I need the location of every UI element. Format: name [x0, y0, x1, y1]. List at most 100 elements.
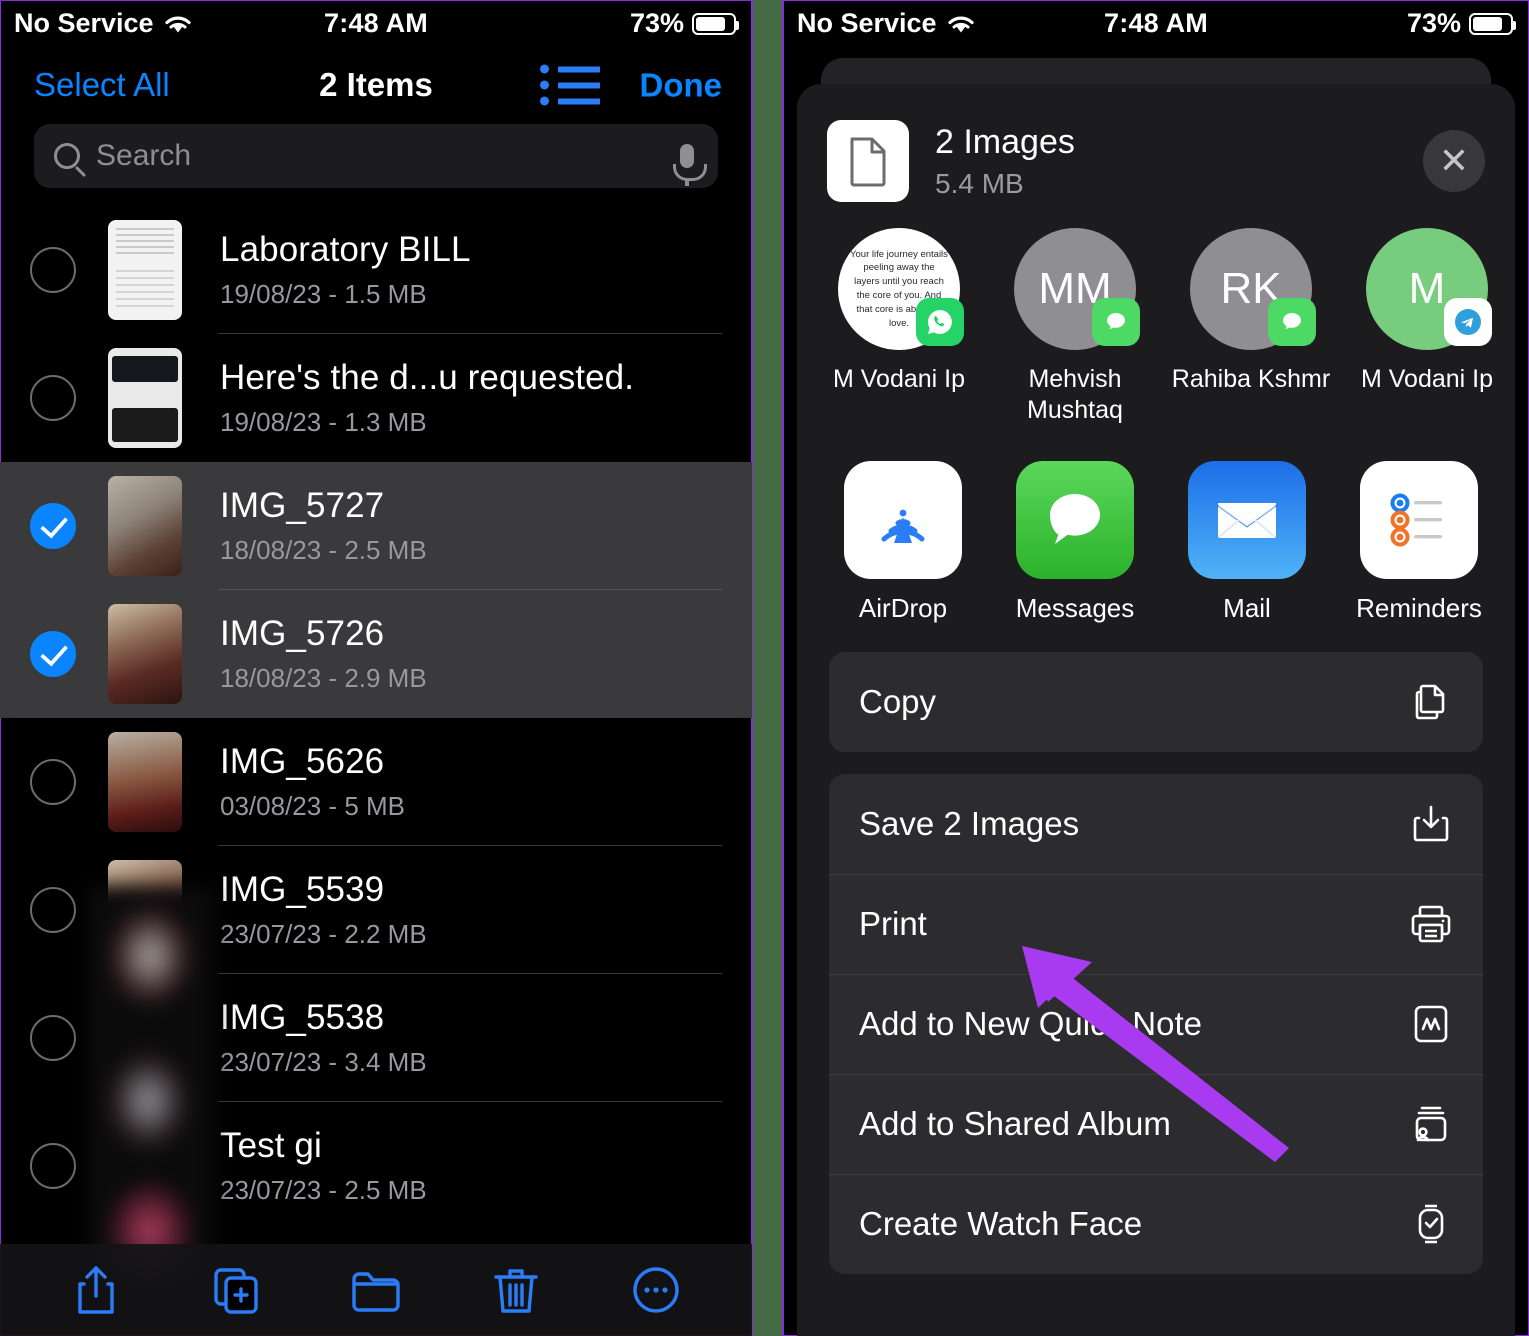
whatsapp-icon [916, 298, 964, 346]
action-row-copy[interactable]: Copy [829, 652, 1483, 752]
file-subtitle: 03/08/23 - 5 MB [220, 791, 405, 821]
contact-item[interactable]: Your life journey entails peeling away t… [811, 228, 987, 427]
table-row[interactable]: IMG_5539 23/07/23 - 2.2 MB [0, 846, 752, 974]
row-checkbox[interactable] [30, 887, 76, 933]
search-input[interactable]: Search [34, 124, 718, 188]
file-subtitle: 23/07/23 - 3.4 MB [220, 1047, 427, 1077]
contact-item[interactable]: M M Vodani Ip [1339, 228, 1515, 427]
file-name: IMG_5626 [220, 742, 385, 781]
microphone-icon[interactable] [673, 144, 707, 186]
avatar-wrap: Your life journey entails peeling away t… [838, 228, 964, 350]
action-list: Copy Save 2 Images Print Add to New Quic… [797, 624, 1515, 1274]
row-checkbox[interactable] [30, 247, 76, 293]
close-icon[interactable]: ✕ [1423, 130, 1485, 192]
file-list: Laboratory BILL 19/08/23 - 1.5 MB Here's… [0, 206, 752, 1230]
airdrop-icon [844, 460, 962, 579]
avatar-wrap: M [1366, 228, 1492, 350]
search-icon [54, 143, 80, 169]
file-subtitle: 23/07/23 - 2.5 MB [220, 1175, 427, 1205]
reminders-icon [1360, 460, 1478, 579]
list-bullet-icon[interactable] [539, 64, 600, 106]
save-download-icon [1409, 802, 1453, 846]
battery-percent: 73% [629, 8, 684, 38]
navigation-bar: Select All 2 Items Done [0, 46, 752, 124]
table-row[interactable]: IMG_5727 18/08/23 - 2.5 MB [0, 462, 752, 590]
row-checkbox[interactable] [30, 503, 76, 549]
file-subtitle: 18/08/23 - 2.9 MB [220, 663, 427, 693]
table-row[interactable]: Test gi 23/07/23 - 2.5 MB [0, 1102, 752, 1230]
file-meta: IMG_5539 23/07/23 - 2.2 MB [220, 870, 427, 950]
file-thumbnail [108, 348, 182, 448]
share-title: 2 Images [935, 122, 1075, 161]
app-name: AirDrop [858, 592, 948, 623]
action-row-print[interactable]: Print [829, 873, 1483, 974]
left-phone-screen: No Service 7:48 AM 73% Select All 2 Item… [0, 0, 753, 1336]
contact-name: Rahiba Kshmr [1171, 365, 1331, 393]
file-thumbnail [108, 732, 182, 832]
contact-item[interactable]: RK Rahiba Kshmr [1163, 228, 1339, 427]
action-row-watch-face[interactable]: Create Watch Face [829, 1173, 1483, 1274]
quick-note-icon [1409, 1002, 1453, 1046]
file-meta: Test gi 23/07/23 - 2.5 MB [220, 1126, 427, 1206]
panel-gap [752, 0, 783, 1336]
row-checkbox[interactable] [30, 1143, 76, 1189]
share-sheet-title-group: 2 Images 5.4 MB [935, 123, 1075, 200]
file-meta: IMG_5626 03/08/23 - 5 MB [220, 742, 405, 822]
action-row-save-images[interactable]: Save 2 Images [829, 774, 1483, 874]
file-name: Laboratory BILL [220, 230, 471, 269]
share-icon[interactable] [68, 1262, 124, 1318]
app-name: Reminders [1356, 592, 1482, 623]
row-checkbox[interactable] [30, 631, 76, 677]
battery-icon [692, 12, 739, 35]
folder-icon[interactable] [348, 1262, 404, 1318]
file-thumbnail [108, 476, 182, 576]
screenshot-stage: No Service 7:48 AM 73% Select All 2 Item… [0, 0, 1529, 1336]
table-row[interactable]: IMG_5538 23/07/23 - 3.4 MB [0, 974, 752, 1102]
file-subtitle: 19/08/23 - 1.5 MB [220, 279, 427, 309]
action-label: Add to Shared Album [859, 1104, 1171, 1142]
row-checkbox[interactable] [30, 759, 76, 805]
more-icon[interactable] [628, 1262, 684, 1318]
app-name: Mail [1223, 592, 1271, 623]
search-area: Search [0, 124, 752, 206]
file-thumbnail [108, 220, 182, 320]
shared-album-icon [1409, 1102, 1453, 1146]
trash-icon[interactable] [488, 1262, 544, 1318]
status-right-group: 73% [629, 8, 739, 39]
duplicate-icon[interactable] [208, 1262, 264, 1318]
copy-icon [1409, 680, 1453, 724]
share-sheet-header: 2 Images 5.4 MB ✕ [797, 84, 1515, 202]
file-name: Test gi [220, 1126, 322, 1165]
done-button[interactable]: Done [640, 66, 723, 104]
apps-row: AirDrop Messages Mail Reminders [797, 427, 1515, 624]
avatar-wrap: RK [1190, 228, 1316, 350]
action-row-quick-note[interactable]: Add to New Quick Note [829, 973, 1483, 1074]
share-size: 5.4 MB [935, 167, 1024, 199]
file-name: IMG_5539 [220, 870, 385, 909]
action-row-shared-album[interactable]: Add to Shared Album [829, 1073, 1483, 1174]
app-item[interactable]: AirDrop [817, 460, 989, 624]
app-item[interactable]: Messages [989, 460, 1161, 624]
app-item[interactable]: Mail [1161, 460, 1333, 624]
table-row[interactable]: Here's the d...u requested. 19/08/23 - 1… [0, 334, 752, 462]
row-checkbox[interactable] [30, 1015, 76, 1061]
contact-item[interactable]: MM Mehvish Mushtaq [987, 228, 1163, 427]
messages-icon [1092, 298, 1140, 346]
file-thumbnail [108, 1116, 182, 1216]
search-placeholder: Search [96, 139, 192, 172]
nav-right-group: Done [539, 64, 723, 106]
contacts-row: Your life journey entails peeling away t… [797, 202, 1515, 427]
contact-name: M Vodani Ip [832, 365, 966, 393]
status-bar: No Service 7:48 AM 73% [0, 0, 752, 46]
contact-name: Mehvish Mushtaq [1027, 365, 1123, 425]
share-sheet: 2 Images 5.4 MB ✕ Your life journey enta… [797, 84, 1515, 1336]
file-meta: Laboratory BILL 19/08/23 - 1.5 MB [220, 230, 471, 310]
file-meta: IMG_5726 18/08/23 - 2.9 MB [220, 614, 427, 694]
row-checkbox[interactable] [30, 375, 76, 421]
table-row[interactable]: IMG_5626 03/08/23 - 5 MB [0, 718, 752, 846]
table-row[interactable]: Laboratory BILL 19/08/23 - 1.5 MB [0, 206, 752, 334]
file-meta: IMG_5727 18/08/23 - 2.5 MB [220, 486, 427, 566]
table-row[interactable]: IMG_5726 18/08/23 - 2.9 MB [0, 590, 752, 718]
app-item[interactable]: Reminders [1333, 460, 1505, 624]
app-item[interactable]: Te [1505, 461, 1515, 624]
